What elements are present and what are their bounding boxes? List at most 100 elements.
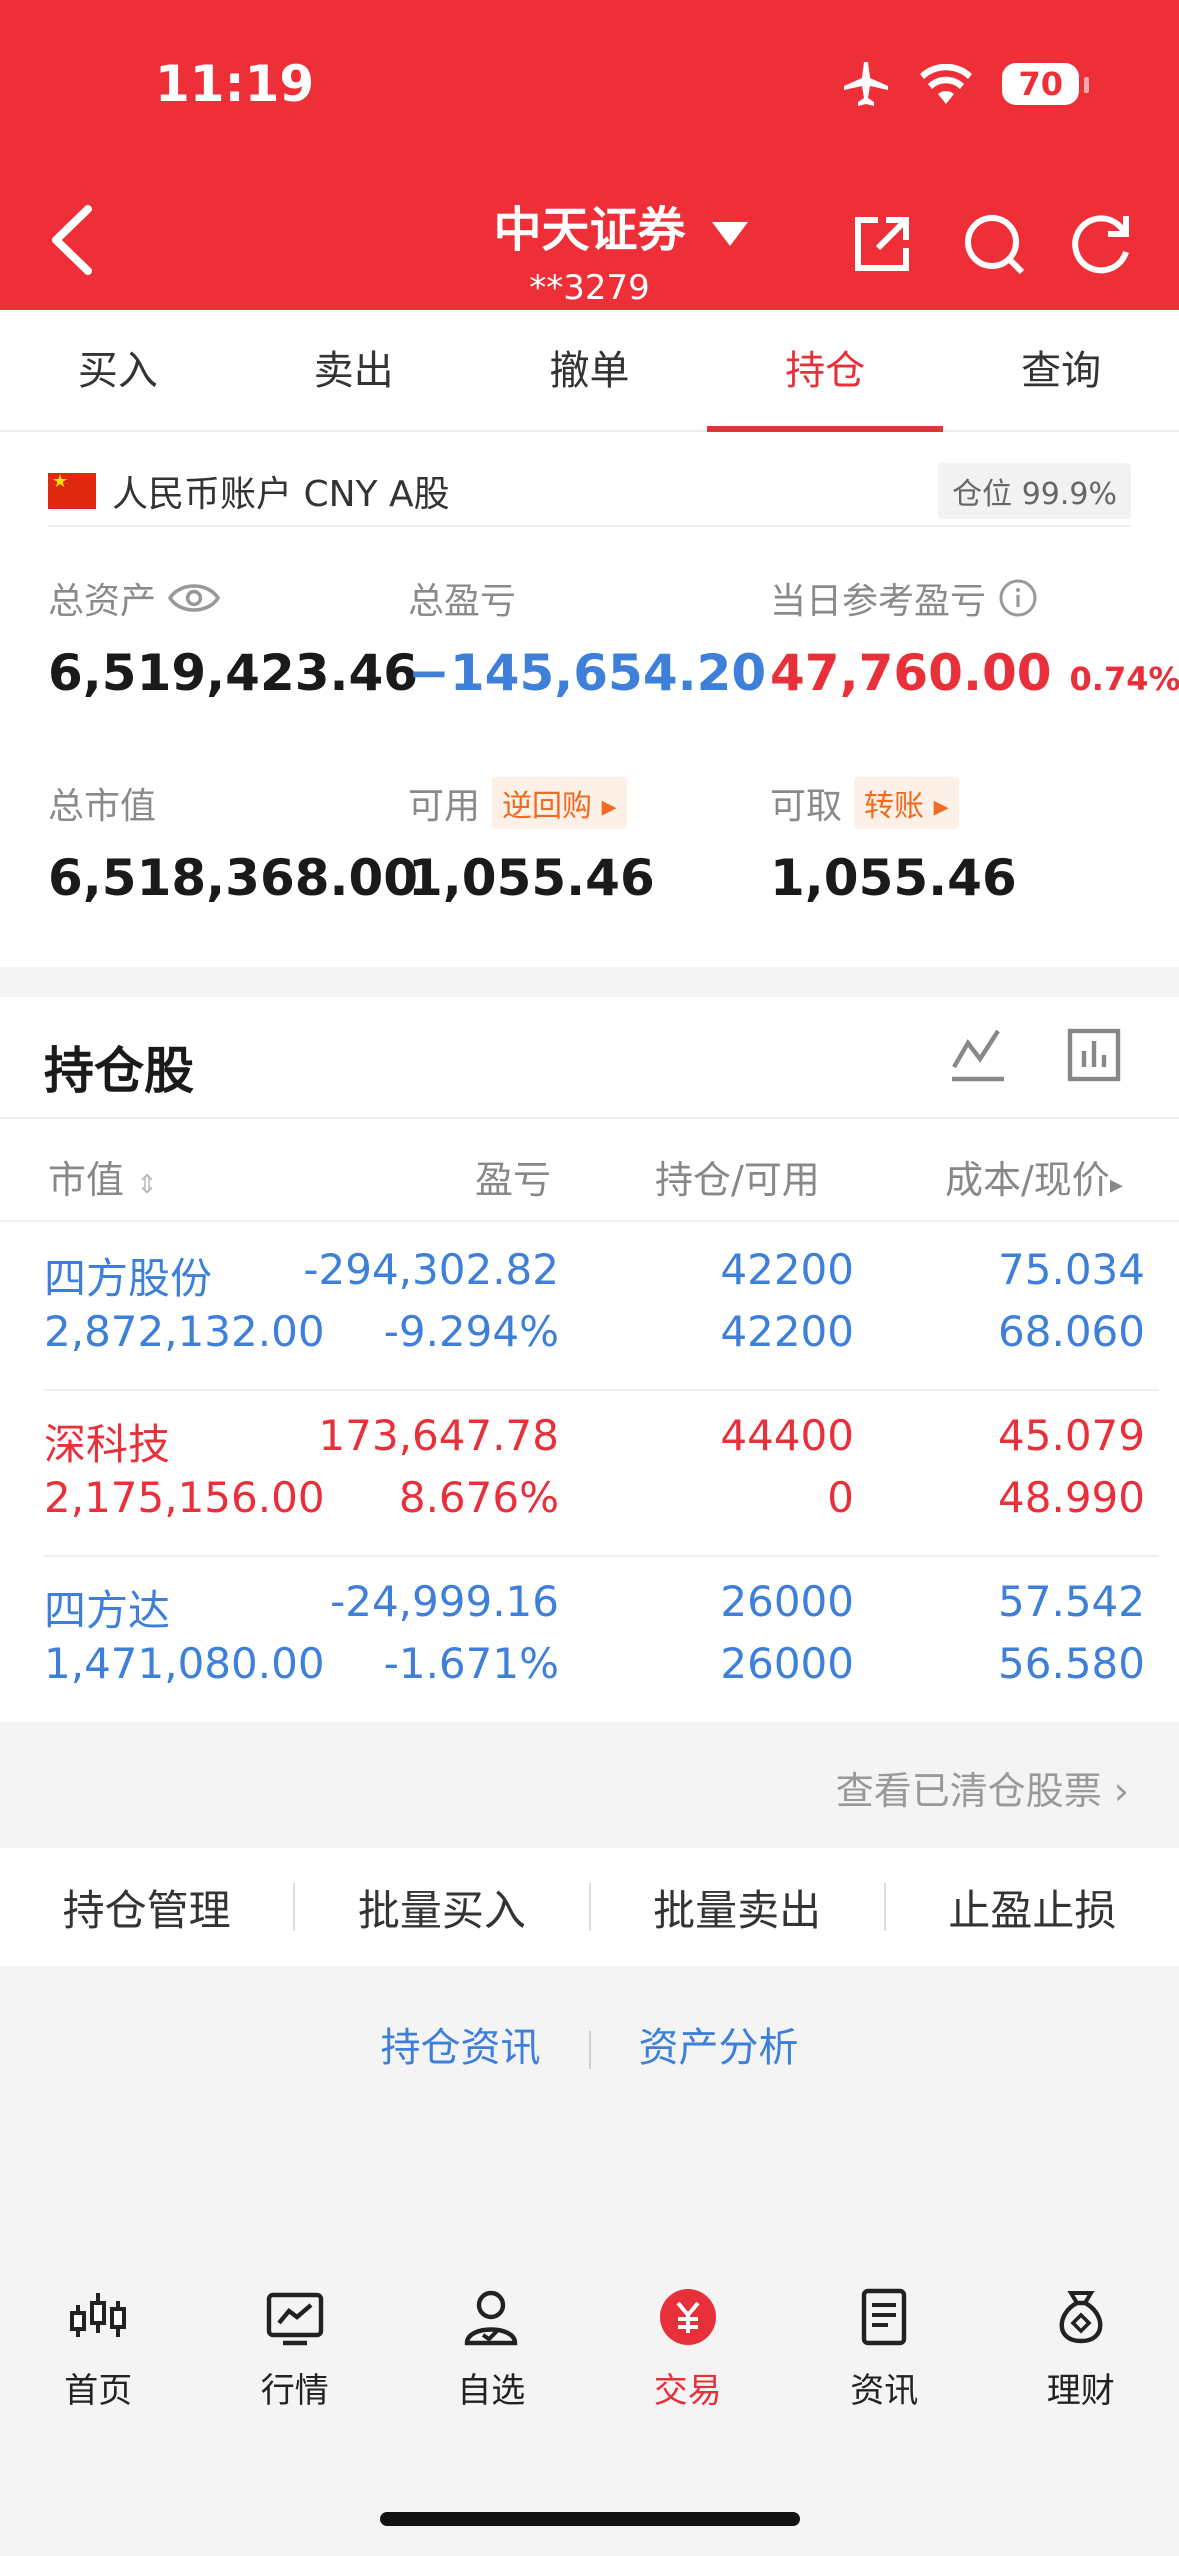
home-indicator[interactable] [380, 2512, 800, 2526]
account-label: 人民币账户 CNY A股 [112, 474, 450, 515]
status-icons: 70 [842, 62, 1089, 106]
stock-pnl: 173,647.78 [318, 1411, 559, 1460]
tab-query[interactable]: 查询 [943, 310, 1179, 430]
nav-wealth[interactable]: 理财 [983, 2285, 1179, 2445]
today-pnl-value: 47,760.00 [770, 644, 1052, 702]
stock-price: 68.060 [998, 1307, 1145, 1356]
total-pnl-value: −145,654.20 [408, 644, 767, 702]
stock-available: 26000 [720, 1639, 854, 1688]
stock-pnl: -294,302.82 [303, 1245, 559, 1294]
stock-position: 44400 [720, 1411, 854, 1460]
stock-available: 42200 [720, 1307, 854, 1356]
nav-label: 理财 [1046, 2371, 1115, 2411]
stock-price: 48.990 [998, 1473, 1145, 1522]
nav-news[interactable]: 资讯 [786, 2285, 983, 2445]
batch-buy-button[interactable]: 批量买入 [295, 1877, 588, 1938]
transfer-tag[interactable]: 转账 ▸ [854, 777, 959, 829]
holdings-section: 持仓股 市值 ⇕ 盈亏 持仓/可用 成本/现价▸ 四方股份 2,872,132.… [0, 997, 1179, 1722]
withdrawable-value: 1,055.46 [770, 849, 1017, 907]
market-value-label: 总市值 [48, 786, 157, 827]
manage-positions-button[interactable]: 持仓管理 [0, 1877, 293, 1938]
sort-market-value[interactable]: 市值 ⇕ [48, 1149, 158, 1204]
tab-buy[interactable]: 买入 [0, 310, 236, 430]
total-assets-value: 6,519,423.46 [48, 644, 419, 702]
stock-position: 42200 [720, 1245, 854, 1294]
stock-cost: 45.079 [998, 1411, 1145, 1460]
total-pnl: 总盈亏 −145,654.20 [408, 572, 766, 702]
total-assets-label: 总资产 [48, 581, 157, 622]
stock-pnl: -24,999.16 [330, 1577, 559, 1626]
available-funds: 可用 逆回购 ▸ 1,055.46 [408, 777, 655, 907]
tab-sell[interactable]: 卖出 [236, 310, 472, 430]
market-value: 总市值 6,518,368.00 [48, 777, 418, 907]
tab-cancel[interactable]: 撤单 [472, 310, 708, 430]
today-pnl-label: 当日参考盈亏 [770, 581, 987, 622]
account-row[interactable]: 人民币账户 CNY A股 仓位 99.9% [48, 457, 1131, 527]
holding-row[interactable]: 深科技 2,175,156.00 173,647.78 8.676% 44400… [0, 1391, 1179, 1557]
yuan-icon [659, 2289, 716, 2345]
stock-pnl-pct: -9.294% [383, 1307, 559, 1356]
available-value: 1,055.46 [408, 849, 655, 907]
col-cost[interactable]: 成本/现价▸ [945, 1149, 1123, 1204]
holdings-title: 持仓股 [44, 1042, 194, 1100]
nav-label: 资讯 [850, 2371, 919, 2411]
eye-icon[interactable] [168, 582, 221, 614]
holdings-column-header: 市值 ⇕ 盈亏 持仓/可用 成本/现价▸ [0, 1117, 1179, 1222]
chevron-right-icon: ▸ [1109, 1170, 1123, 1200]
holding-news-link[interactable]: 持仓资讯 [381, 2025, 541, 2071]
nav-label: 首页 [64, 2371, 133, 2411]
nav-label: 交易 [653, 2371, 722, 2411]
refresh-icon[interactable] [1070, 212, 1134, 276]
stock-pnl-pct: -1.671% [383, 1639, 559, 1688]
play-arrow-icon: ▸ [933, 789, 949, 824]
china-flag-icon [48, 471, 96, 509]
user-check-icon [465, 2290, 518, 2346]
info-icon[interactable] [998, 578, 1038, 618]
bottom-links: 持仓资讯 资产分析 [0, 2015, 1179, 2073]
position-actions: 持仓管理 批量买入 批量卖出 止盈止损 [0, 1848, 1179, 1966]
stock-value: 2,175,156.00 [44, 1473, 325, 1522]
available-label: 可用 [408, 786, 481, 827]
dropdown-caret-icon[interactable] [712, 222, 748, 246]
document-icon [862, 2288, 907, 2346]
cleared-stocks-link[interactable]: 查看已清仓股票 › [836, 1760, 1129, 1815]
tab-positions[interactable]: 持仓 [707, 310, 943, 432]
reverse-repo-tag[interactable]: 逆回购 ▸ [492, 777, 627, 829]
stock-price: 56.580 [998, 1639, 1145, 1688]
wifi-icon [920, 64, 973, 104]
holding-row[interactable]: 四方达 1,471,080.00 -24,999.16 -1.671% 2600… [0, 1557, 1179, 1723]
holding-row[interactable]: 四方股份 2,872,132.00 -294,302.82 -9.294% 42… [0, 1225, 1179, 1391]
trade-tabs: 买入 卖出 撤单 持仓 查询 [0, 310, 1179, 432]
batch-sell-button[interactable]: 批量卖出 [591, 1877, 884, 1938]
stop-profit-loss-button[interactable]: 止盈止损 [886, 1877, 1179, 1938]
account-summary: 人民币账户 CNY A股 仓位 99.9% 总资产 6,519,423.46 总… [0, 432, 1179, 967]
bottom-nav: 首页 行情 自选 交易 资讯 理财 [0, 2285, 1179, 2445]
battery-indicator: 70 [1002, 63, 1089, 105]
withdrawable-label: 可取 [770, 786, 843, 827]
money-bag-icon [1059, 2291, 1103, 2344]
bar-chart-icon[interactable] [1066, 1027, 1122, 1083]
nav-trade[interactable]: 交易 [590, 2285, 787, 2445]
stock-pnl-pct: 8.676% [398, 1473, 559, 1522]
candlestick-icon [70, 2293, 127, 2337]
search-icon[interactable] [962, 212, 1026, 276]
stock-value: 2,872,132.00 [44, 1307, 325, 1356]
line-chart-icon[interactable] [950, 1027, 1006, 1083]
nav-home[interactable]: 首页 [0, 2285, 197, 2445]
stock-position: 26000 [720, 1577, 854, 1626]
nav-watchlist[interactable]: 自选 [393, 2285, 590, 2445]
stock-name: 深科技 [44, 1420, 171, 1469]
share-icon[interactable] [850, 212, 914, 276]
total-pnl-label: 总盈亏 [408, 581, 517, 622]
position-badge: 仓位 99.9% [938, 463, 1131, 519]
today-pnl-pct: 0.74% [1069, 660, 1179, 698]
stock-cost: 57.542 [998, 1577, 1145, 1626]
status-time: 11:19 [155, 55, 315, 113]
col-pnl: 盈亏 [475, 1158, 552, 1202]
stock-available: 0 [827, 1473, 854, 1522]
divider [588, 2031, 591, 2069]
asset-analysis-link[interactable]: 资产分析 [639, 2025, 799, 2071]
app-header: 11:19 70 中天证券 **3279 [0, 0, 1179, 310]
nav-label: 行情 [260, 2371, 329, 2411]
nav-market[interactable]: 行情 [197, 2285, 394, 2445]
